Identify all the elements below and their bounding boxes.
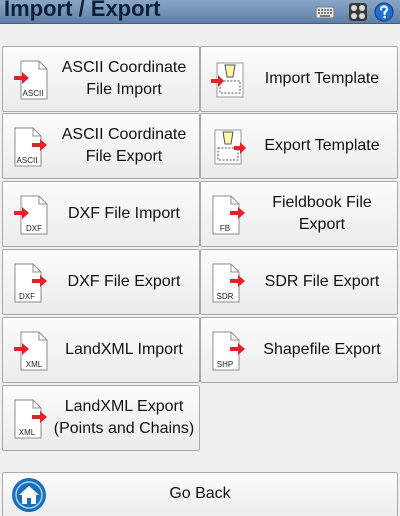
svg-text:XML: XML xyxy=(26,360,43,369)
button-label: Fieldbook File Export xyxy=(272,194,372,233)
dxf-import-icon: DXF xyxy=(14,195,48,235)
svg-text:ASCII: ASCII xyxy=(17,156,38,165)
go-back-label: Go Back xyxy=(169,485,231,502)
ascii-export-icon: ASCII xyxy=(14,127,47,167)
button-label: DXF File Import xyxy=(67,205,180,222)
svg-text:FB: FB xyxy=(220,224,230,233)
ascii-coordinate-file-import-button[interactable]: ASCII ASCII Coordinate File Import xyxy=(2,46,200,112)
page-title: Import / Export xyxy=(4,0,161,21)
dxf-file-export-button[interactable]: DXF DXF File Export xyxy=(2,249,200,315)
go-back-button[interactable]: Go Back xyxy=(2,472,398,516)
export-template-button[interactable]: Export Template xyxy=(200,113,398,179)
svg-text:ASCII: ASCII xyxy=(23,89,44,98)
button-label: Import Template xyxy=(264,70,380,87)
svg-text:XML: XML xyxy=(19,428,36,437)
svg-text:DXF: DXF xyxy=(19,292,35,301)
button-label: LandXML Export (Points and Chains) xyxy=(53,398,195,437)
button-label: ASCII Coordinate File Export xyxy=(61,126,187,165)
import-template-button[interactable]: Import Template xyxy=(200,46,398,112)
keyboard-icon[interactable] xyxy=(315,2,335,22)
svg-text:DXF: DXF xyxy=(26,224,42,233)
landxml-import-icon: XML xyxy=(14,331,48,371)
calculator-icon[interactable] xyxy=(348,2,368,22)
button-label: ASCII Coordinate File Import xyxy=(61,59,187,98)
landxml-export-icon: XML xyxy=(14,399,47,439)
button-label: DXF File Export xyxy=(67,273,181,290)
button-label: Export Template xyxy=(264,137,380,154)
landxml-import-button[interactable]: XML LandXML Import xyxy=(2,317,200,383)
sdr-file-export-button[interactable]: SDR SDR File Export xyxy=(200,249,398,315)
button-label: LandXML Import xyxy=(65,341,183,358)
shapefile-export-icon: SHP xyxy=(212,331,245,371)
dxf-export-icon: DXF xyxy=(14,263,47,303)
ascii-coordinate-file-export-button[interactable]: ASCII ASCII Coordinate File Export xyxy=(2,113,200,179)
dxf-file-import-button[interactable]: DXF DXF File Import xyxy=(2,181,200,247)
fieldbook-file-export-button[interactable]: FB Fieldbook File Export xyxy=(200,181,398,247)
shapefile-export-button[interactable]: SHP Shapefile Export xyxy=(200,317,398,383)
sdr-export-icon: SDR xyxy=(212,263,245,303)
svg-text:SHP: SHP xyxy=(217,360,233,369)
button-label: SDR File Export xyxy=(264,273,380,290)
svg-text:SDR: SDR xyxy=(217,292,234,301)
fieldbook-export-icon: FB xyxy=(212,195,245,235)
export-template-icon xyxy=(214,129,246,165)
import-template-icon xyxy=(211,62,244,98)
title-bar: Import / Export xyxy=(0,0,400,24)
help-icon[interactable] xyxy=(374,2,394,22)
button-label: Shapefile Export xyxy=(263,341,381,358)
ascii-import-icon: ASCII xyxy=(14,60,48,100)
landxml-export-button[interactable]: XML LandXML Export (Points and Chains) xyxy=(2,385,200,451)
